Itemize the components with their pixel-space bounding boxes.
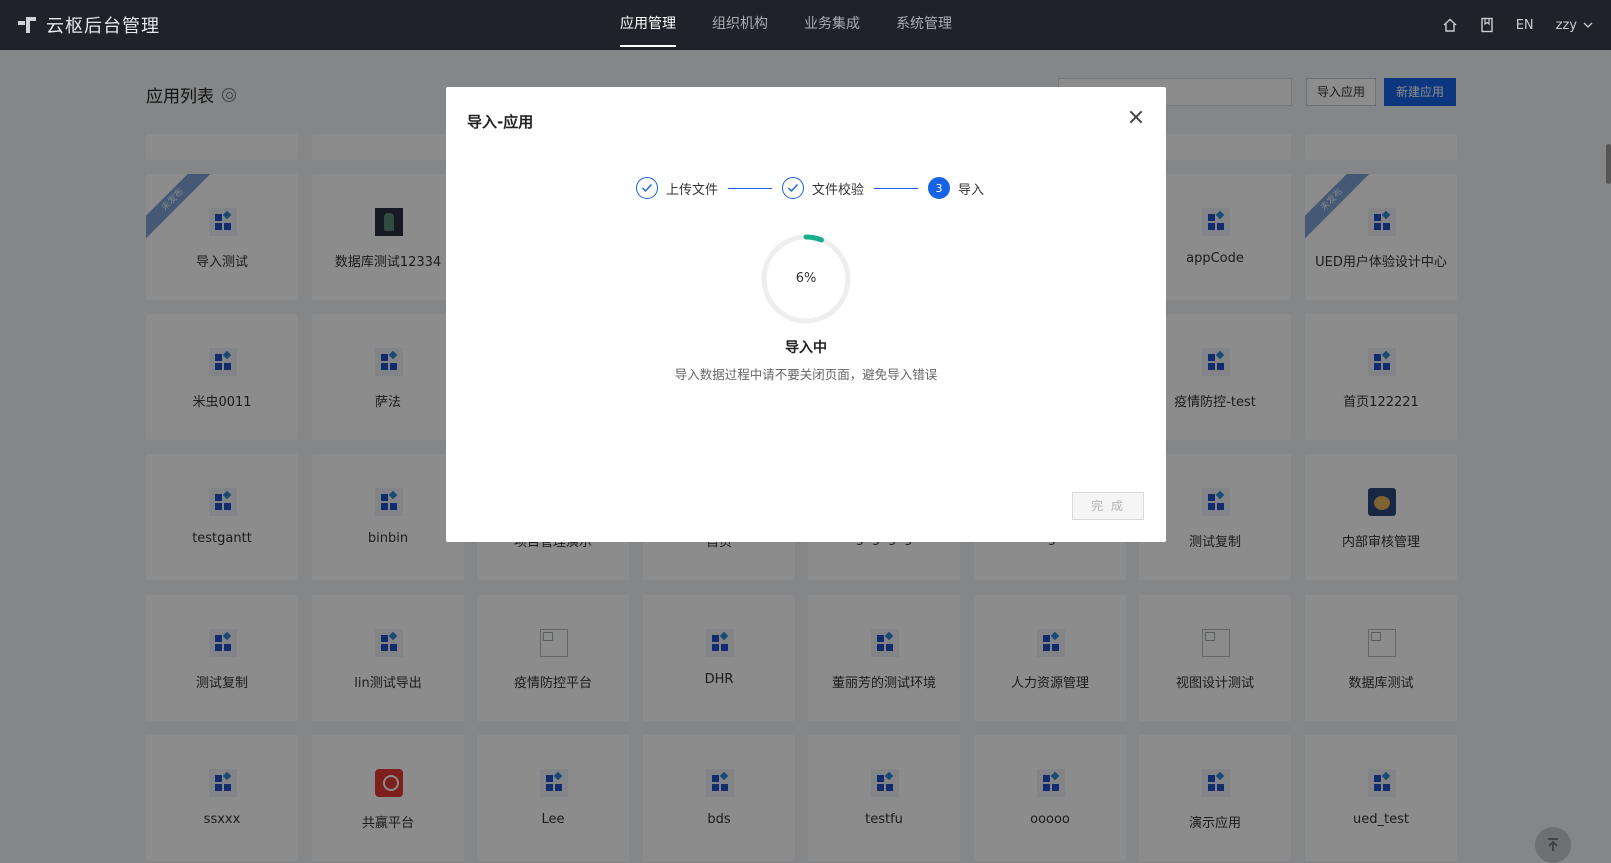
step-label: 文件校验 xyxy=(812,182,865,198)
check-icon xyxy=(636,177,658,199)
nav-system-management[interactable]: 系统管理 xyxy=(896,0,952,50)
step-validate: 文件校验 xyxy=(782,177,864,199)
step-number: 3 xyxy=(928,177,951,199)
progress-percent: 6% xyxy=(795,271,817,286)
step-connector xyxy=(874,187,919,189)
chevron-down-icon xyxy=(1583,22,1593,28)
nav-organization[interactable]: 组织机构 xyxy=(712,0,768,50)
logo-icon xyxy=(18,15,38,35)
logo[interactable]: 云枢后台管理 xyxy=(18,12,160,38)
top-right-tools: EN zzy xyxy=(1442,0,1593,50)
progress-ring: 6% xyxy=(760,233,852,325)
dialog-title: 导入-应用 xyxy=(467,113,534,131)
user-name: zzy xyxy=(1555,17,1577,33)
step-label: 上传文件 xyxy=(666,182,719,198)
check-icon xyxy=(782,177,805,199)
done-button[interactable]: 完 成 xyxy=(1072,492,1144,520)
status-description: 导入数据过程中请不要关闭页面，避免导入错误 xyxy=(674,367,938,382)
scrollbar[interactable] xyxy=(1606,144,1611,184)
nav-business-integration[interactable]: 业务集成 xyxy=(804,0,860,50)
main-nav: 应用管理 组织机构 业务集成 系统管理 xyxy=(620,0,952,50)
import-app-dialog: 导入-应用 上传文件 文件校验 3 导入 6% 导入中 导入数据过程中请不要关闭 xyxy=(446,87,1166,542)
status-title: 导入中 xyxy=(785,340,827,356)
step-upload: 上传文件 xyxy=(636,177,718,199)
home-icon[interactable] xyxy=(1442,17,1458,33)
close-icon[interactable] xyxy=(1128,109,1144,125)
arrow-up-icon xyxy=(1548,838,1558,851)
book-icon[interactable] xyxy=(1480,17,1494,33)
language-switch[interactable]: EN xyxy=(1516,18,1534,33)
back-to-top-button[interactable] xyxy=(1535,827,1571,863)
steps: 上传文件 文件校验 3 导入 xyxy=(636,177,984,199)
top-navigation-bar: 云枢后台管理 应用管理 组织机构 业务集成 系统管理 EN zzy xyxy=(0,0,1611,50)
step-connector xyxy=(728,187,773,189)
step-import: 3 导入 xyxy=(928,177,984,199)
app-title: 云枢后台管理 xyxy=(46,16,160,37)
step-label: 导入 xyxy=(958,182,985,198)
nav-app-management[interactable]: 应用管理 xyxy=(620,0,676,50)
user-menu[interactable]: zzy xyxy=(1556,18,1593,33)
